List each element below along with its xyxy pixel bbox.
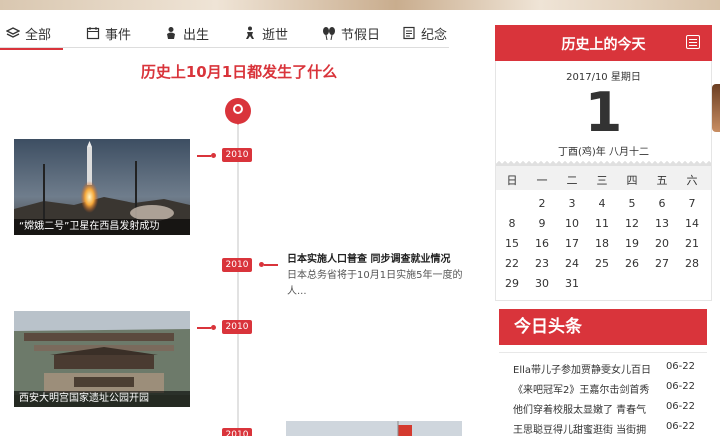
calendar-day[interactable]: 16 [527,235,557,253]
headlines-header: 今日头条 [499,309,707,345]
calendar-day[interactable]: 1 [497,195,527,213]
event-caption: 西安大明宫国家遗址公园开园 [14,391,190,407]
tab-label: 出生 [183,27,210,43]
tab-label: 事件 [105,27,132,43]
calendar-day[interactable]: 30 [527,275,557,293]
headline-date: 06-22 [665,381,695,392]
calendar-icon[interactable] [686,35,700,49]
timeline-connector [197,327,211,329]
calendar-day[interactable]: 28 [677,255,707,273]
weekday-label: 二 [566,174,578,187]
calendar-day-number: 1 [584,81,623,144]
calendar-day[interactable]: 13 [647,215,677,233]
today-in-history-header: 历史上的今天 [495,25,712,61]
headline-date: 06-22 [665,401,695,412]
flag-ceremony-image [286,421,462,436]
calendar-day[interactable]: 3 [557,195,587,213]
document-icon [403,26,415,40]
baby-icon [167,27,175,39]
calendar-day[interactable]: 17 [557,235,587,253]
calendar-day[interactable]: 12 [617,215,647,233]
top-banner-strip [0,0,720,10]
event-description: 日本总务省将于10月1日实施5年一度的人... [287,270,463,297]
weekday-header: 日一二三四五六 [496,166,711,190]
location-pin-icon [225,98,251,125]
headline-title: Ella带儿子参加贾静雯女儿百日 [513,365,652,376]
year-badge: 2010 [222,148,252,162]
person-icon [246,26,254,39]
headline-item[interactable]: 王思聪豆得儿甜蜜逛街 当街拥 06-22 [513,418,707,436]
event-title[interactable]: 日本实施人口普查 同步调查就业情况 [287,250,467,265]
tab-all[interactable]: 全部 [0,18,64,50]
calendar-day[interactable]: 19 [617,235,647,253]
calendar-day[interactable]: 2 [527,195,557,213]
sidebar-title: 历史上的今天 [561,37,646,53]
tab-label: 全部 [25,27,52,43]
tab-memorials[interactable]: 纪念 [402,18,447,48]
weekday-label: 一 [536,174,548,187]
year-badge: 2010 [222,320,252,334]
headline-title: 王思聪豆得儿甜蜜逛街 当街拥 [513,425,647,436]
page-title: 历史上10月1日都发生了什么 [140,63,338,81]
headline-title: 《来吧冠军2》王嘉尔击剑首秀 [513,385,650,396]
calendar-lunar-date: 丁酉(鸡)年 八月十二 [558,147,649,158]
layers-icon [6,27,20,38]
timeline-connector [264,264,278,266]
weekday-label: 日 [506,174,518,187]
calendar-day[interactable]: 9 [527,215,557,233]
calendar-day[interactable]: 31 [557,275,587,293]
calendar-day[interactable]: 14 [677,215,707,233]
weekday-label: 五 [656,174,668,187]
tab-label: 节假日 [341,27,381,43]
calendar-day[interactable]: 22 [497,255,527,273]
calendar-icon [86,27,100,40]
calendar-day[interactable]: 20 [647,235,677,253]
headline-date: 06-22 [665,361,695,372]
year-badge: 2010 [222,258,252,272]
category-tabs: 全部 事件 出生 逝世 节假日 纪念 [0,18,449,50]
balloon-icon [323,27,335,40]
event-photo-rocket[interactable]: “嫦娥二号”卫星在西昌发射成功 [14,139,190,235]
divider [499,352,707,353]
calendar-day[interactable]: 25 [587,255,617,273]
calendar-day[interactable]: 23 [527,255,557,273]
timeline-dot [211,153,216,158]
timeline-axis [237,118,239,436]
weekday-label: 三 [596,174,608,187]
event-photo-flag[interactable] [286,421,462,436]
calendar-day[interactable]: 18 [587,235,617,253]
tab-holidays[interactable]: 节假日 [322,18,380,48]
tab-label: 纪念 [421,27,448,43]
year-badge: 2010 [222,428,252,436]
calendar-day[interactable]: 15 [497,235,527,253]
tab-births[interactable]: 出生 [164,18,209,48]
tab-deaths[interactable]: 逝世 [243,18,288,48]
headline-date: 06-22 [665,421,695,432]
event-caption: “嫦娥二号”卫星在西昌发射成功 [14,219,190,235]
tab-label: 逝世 [262,27,289,43]
calendar-day[interactable]: 7 [677,195,707,213]
event-photo-palace[interactable]: 西安大明宫国家遗址公园开园 [14,311,190,407]
timeline-connector [197,155,211,157]
timeline-dot [211,325,216,330]
headline-item[interactable]: 他们穿着校服太显嫩了 青春气 06-22 [513,398,707,418]
weekday-label: 四 [626,174,638,187]
calendar-day[interactable]: 21 [677,235,707,253]
edge-decoration [712,84,720,132]
calendar-day[interactable]: 27 [647,255,677,273]
weekday-label: 六 [686,174,698,187]
headline-title: 他们穿着校服太显嫩了 青春气 [513,405,647,416]
calendar-day[interactable]: 8 [497,215,527,233]
headline-item[interactable]: 《来吧冠军2》王嘉尔击剑首秀 06-22 [513,378,707,398]
tab-events[interactable]: 事件 [86,18,131,48]
calendar-day[interactable]: 29 [497,275,527,293]
calendar-day[interactable]: 4 [587,195,617,213]
calendar-day[interactable]: 11 [587,215,617,233]
headline-item[interactable]: Ella带儿子参加贾静雯女儿百日 06-22 [513,358,707,378]
calendar-day[interactable]: 5 [617,195,647,213]
calendar-day[interactable]: 6 [647,195,677,213]
calendar-day[interactable]: 24 [557,255,587,273]
calendar-day[interactable]: 10 [557,215,587,233]
calendar-day[interactable]: 26 [617,255,647,273]
